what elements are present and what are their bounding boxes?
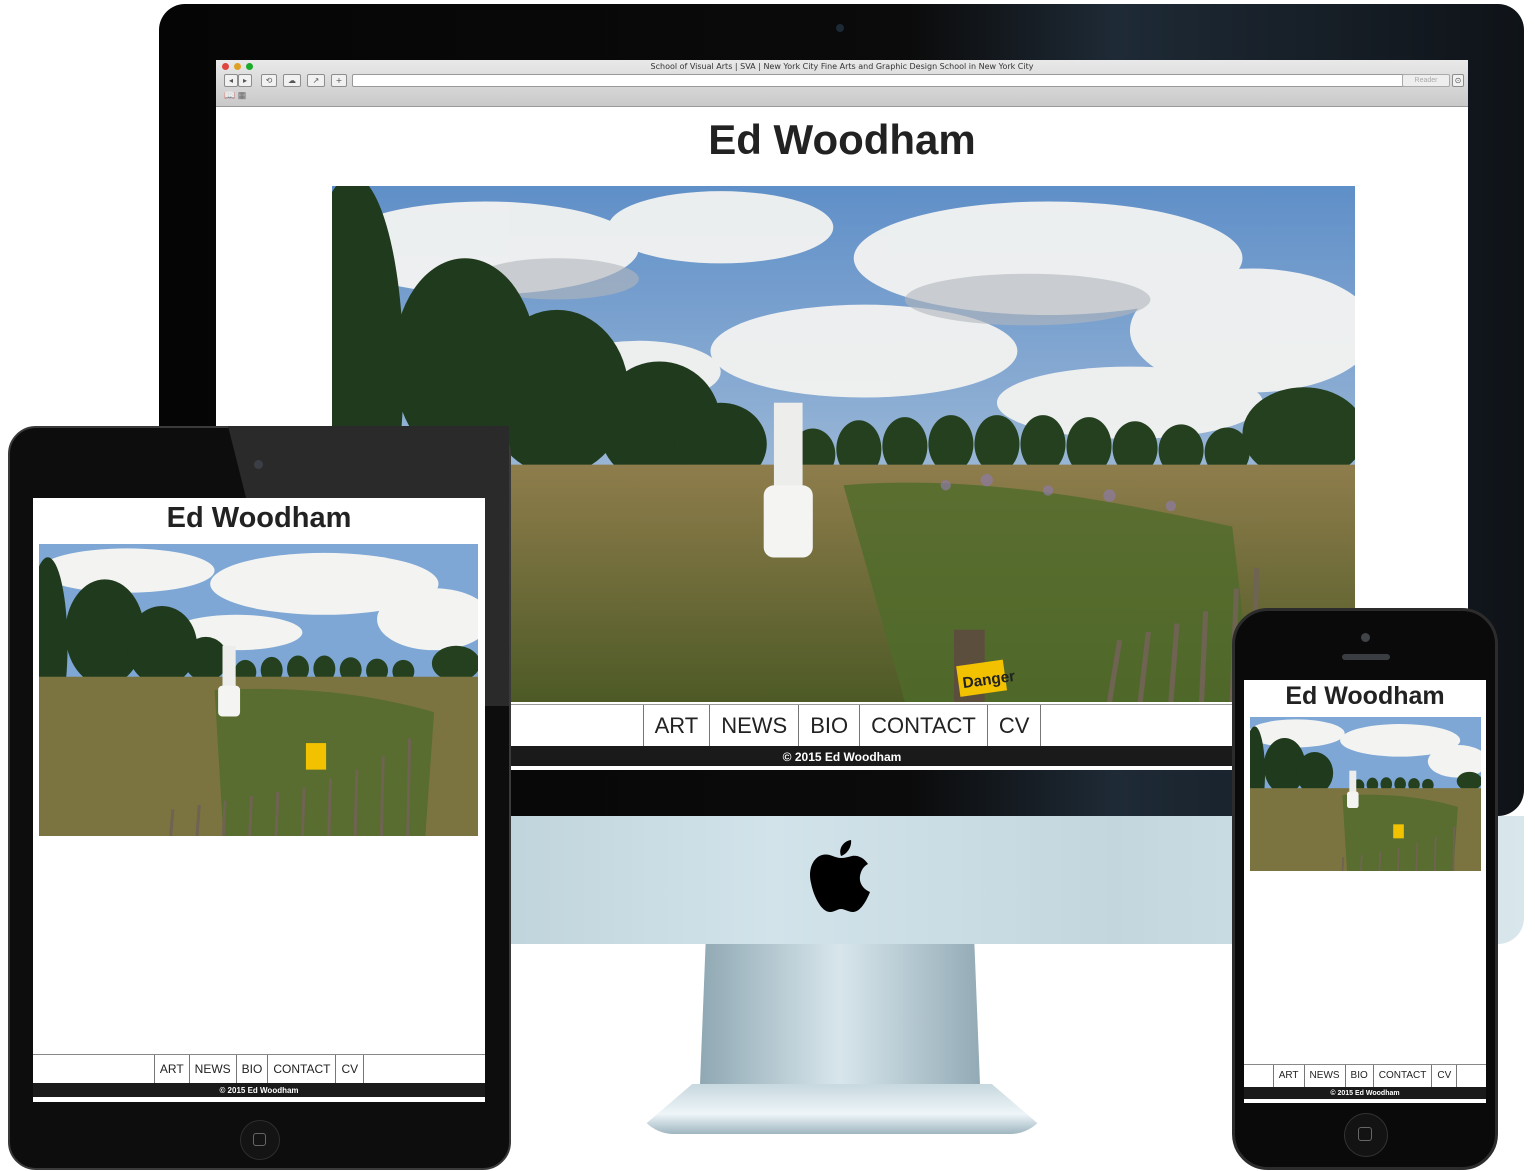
add-tab-icon[interactable]: +: [331, 74, 347, 87]
nav-art[interactable]: ART: [153, 1055, 189, 1083]
history-button[interactable]: ⟲: [261, 74, 277, 87]
window-title: School of Visual Arts | SVA | New York C…: [650, 62, 1034, 71]
reader-button[interactable]: Reader: [1402, 74, 1450, 87]
share-icon[interactable]: ↗: [307, 74, 325, 87]
page-title: Ed Woodham: [1285, 682, 1445, 710]
imac-stand-foot: [634, 1084, 1050, 1134]
nav-cv[interactable]: CV: [986, 705, 1042, 747]
icloud-tabs-button[interactable]: ☁: [283, 74, 301, 87]
back-arrow-icon[interactable]: ◂: [224, 74, 238, 87]
home-button-square: [1358, 1127, 1372, 1141]
nav-news[interactable]: NEWS: [709, 705, 798, 747]
nav-contact[interactable]: CONTACT: [1372, 1065, 1432, 1087]
speaker-grille: [1342, 654, 1390, 660]
forward-arrow-icon[interactable]: ▸: [238, 74, 252, 87]
nav-cv[interactable]: CV: [1431, 1065, 1458, 1087]
nav-cv[interactable]: CV: [335, 1055, 365, 1083]
nav-art[interactable]: ART: [642, 705, 710, 747]
iphone-screen: Ed Woodham ART NEWS BIO CONTACT CV © 201…: [1244, 680, 1486, 1103]
nav-contact[interactable]: CONTACT: [267, 1055, 335, 1083]
bookmarks-icon[interactable]: 📖 ▦: [224, 90, 246, 101]
nav-bio[interactable]: BIO: [1344, 1065, 1373, 1087]
browser-toolbar: School of Visual Arts | SVA | New York C…: [216, 60, 1468, 107]
nav-art[interactable]: ART: [1272, 1065, 1304, 1087]
nav-contact[interactable]: CONTACT: [859, 705, 987, 747]
page-title: Ed Woodham: [708, 116, 976, 163]
hero-photo: [1250, 717, 1481, 871]
nav-bio[interactable]: BIO: [798, 705, 859, 747]
downloads-button[interactable]: ⊙: [1452, 74, 1464, 87]
imac-stand-neck: [700, 944, 980, 1084]
camera-icon: [1361, 633, 1370, 642]
nav-bio[interactable]: BIO: [235, 1055, 268, 1083]
camera-icon: [836, 24, 844, 32]
page-title: Ed Woodham: [166, 502, 352, 534]
apple-logo-icon: [810, 840, 870, 912]
address-bar[interactable]: [352, 74, 1404, 87]
ipad-screen: Ed Woodham ART NEWS BIO CONTACT CV © 201…: [33, 498, 485, 1102]
nav-bar: ART NEWS BIO CONTACT CV: [33, 1054, 485, 1084]
hero-photo: [39, 544, 478, 836]
site-footer: © 2015 Ed Woodham: [33, 1083, 485, 1097]
site-footer: © 2015 Ed Woodham: [1244, 1087, 1486, 1099]
camera-icon: [254, 460, 263, 469]
nav-bar: ART NEWS BIO CONTACT CV: [1244, 1064, 1486, 1088]
nav-news[interactable]: NEWS: [1303, 1065, 1345, 1087]
home-button-square: [253, 1133, 266, 1146]
nav-news[interactable]: NEWS: [188, 1055, 236, 1083]
